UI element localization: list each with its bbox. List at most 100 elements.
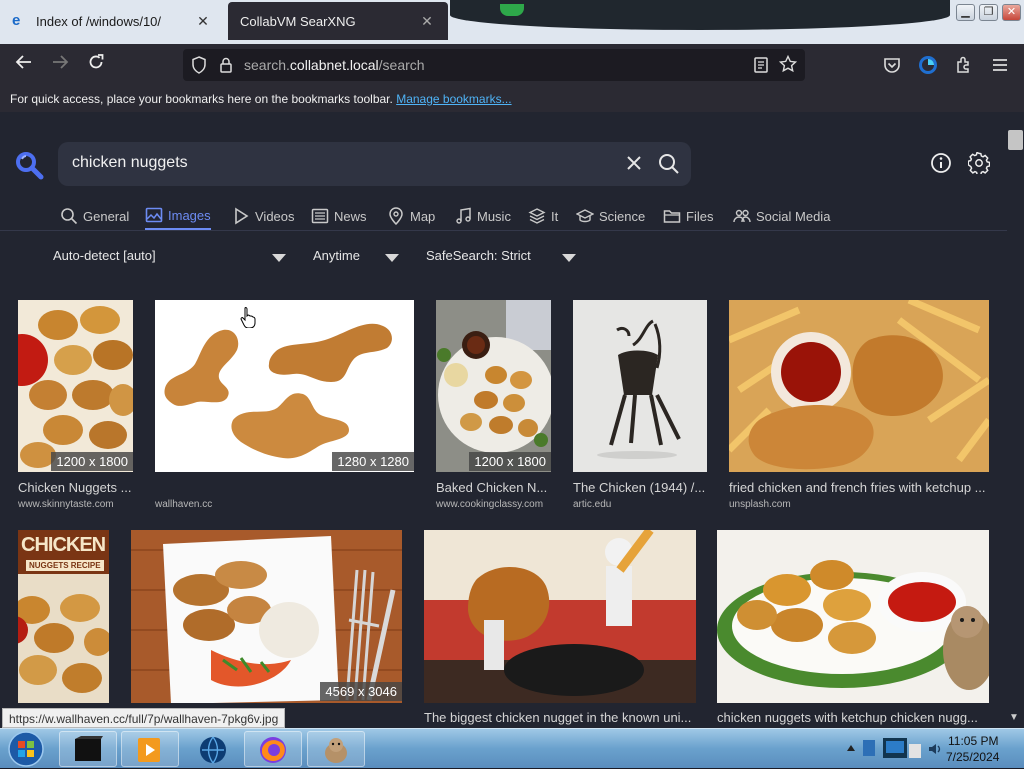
bookmarks-hint: For quick access, place your bookmarks h… xyxy=(10,92,393,106)
overlay-subheading: NUGGETS RECIPE xyxy=(26,560,104,571)
search-icon[interactable] xyxy=(658,153,680,175)
window-close-button[interactable]: ✕ xyxy=(1002,4,1021,21)
tab-label: It xyxy=(551,208,559,224)
tab-science[interactable]: Science xyxy=(576,202,645,230)
tracking-shield-icon[interactable] xyxy=(191,56,207,74)
result-thumbnail[interactable] xyxy=(436,300,551,472)
close-icon[interactable]: ✕ xyxy=(194,13,212,30)
network-monitor-icon[interactable] xyxy=(863,734,923,764)
result-source: www.skinnytaste.com xyxy=(18,499,114,510)
show-hidden-icons-icon[interactable] xyxy=(847,743,855,753)
result-title[interactable]: Chicken Nuggets ... xyxy=(18,480,133,495)
result-title[interactable]: The Chicken (1944) /... xyxy=(573,480,707,495)
tab-social-media[interactable]: Social Media xyxy=(733,202,830,230)
tab-music[interactable]: Music xyxy=(454,202,511,230)
hamburger-menu-icon[interactable] xyxy=(990,55,1010,75)
language-select[interactable]: Auto-detect [auto] xyxy=(53,248,156,263)
volume-icon[interactable] xyxy=(927,741,943,757)
tab-title: CollabVM SearXNG xyxy=(240,13,356,29)
tab-general[interactable]: General xyxy=(60,202,129,230)
window-minimize-button[interactable]: ▁ xyxy=(956,4,975,21)
result-thumbnail[interactable] xyxy=(18,300,133,472)
image-dimensions: 4569 x 3046 xyxy=(320,682,402,701)
taskbar-app-internet-explorer[interactable] xyxy=(184,731,242,767)
scroll-down-arrow-icon[interactable]: ▼ xyxy=(1009,712,1019,723)
result-thumbnail[interactable] xyxy=(729,300,989,472)
insecure-lock-icon[interactable] xyxy=(218,56,234,74)
tab-files[interactable]: Files xyxy=(663,202,713,230)
gear-icon[interactable] xyxy=(968,152,990,174)
result-thumbnail[interactable] xyxy=(424,530,696,703)
layers-icon xyxy=(528,208,546,224)
result-thumbnail[interactable] xyxy=(131,530,402,703)
bookmark-star-icon[interactable] xyxy=(779,55,797,73)
reader-view-icon[interactable] xyxy=(753,56,769,74)
clock-time[interactable]: 11:05 PM xyxy=(948,734,998,748)
tab-it[interactable]: It xyxy=(528,202,558,230)
tab-news[interactable]: News xyxy=(311,202,367,230)
image-result[interactable]: 1200 x 1800 Baked Chicken N... www.cooki… xyxy=(436,300,551,510)
image-result[interactable]: CHICKEN NUGGETS RECIPE xyxy=(18,530,109,703)
scrollbar-thumb[interactable] xyxy=(1008,130,1023,150)
taskbar-app-explorer[interactable] xyxy=(59,731,117,767)
reload-button[interactable] xyxy=(82,52,110,78)
chevron-down-icon[interactable] xyxy=(385,254,399,262)
result-title[interactable]: chicken nuggets with ketchup chicken nug… xyxy=(717,710,989,725)
address-bar[interactable]: search.collabnet.local/search xyxy=(183,49,805,81)
extensions-icon[interactable] xyxy=(954,55,974,75)
image-result[interactable]: 1280 x 1280 wallhaven.cc xyxy=(155,300,414,510)
music-note-icon xyxy=(456,207,471,224)
tab-collabvm-searxng[interactable]: CollabVM SearXNG ✕ xyxy=(228,2,448,40)
manage-bookmarks-link[interactable]: Manage bookmarks... xyxy=(396,92,511,106)
window-restore-button[interactable]: ❐ xyxy=(979,4,998,21)
result-source: wallhaven.cc xyxy=(155,499,213,510)
url-text[interactable]: search.collabnet.local/search xyxy=(244,57,425,73)
forward-button[interactable] xyxy=(46,52,74,78)
search-input[interactable] xyxy=(72,154,592,172)
chevron-down-icon[interactable] xyxy=(562,254,576,262)
windows-start-button[interactable] xyxy=(6,730,46,768)
black-window-icon xyxy=(75,736,103,761)
result-thumbnail[interactable] xyxy=(155,300,414,472)
globe-icon xyxy=(200,736,226,764)
result-title[interactable]: fried chicken and french fries with ketc… xyxy=(729,480,989,495)
result-thumbnail[interactable] xyxy=(573,300,707,472)
image-result[interactable]: fried chicken and french fries with ketc… xyxy=(729,300,989,510)
page-scrollbar[interactable] xyxy=(1007,112,1024,728)
tab-images[interactable]: Images xyxy=(145,202,211,230)
tab-strip: e Index of /windows/10/ ✕ CollabVM SearX… xyxy=(0,0,1024,44)
info-icon[interactable] xyxy=(930,152,952,174)
taskbar-app-media-player[interactable] xyxy=(121,731,179,767)
image-result[interactable]: 1200 x 1800 Chicken Nuggets ... www.skin… xyxy=(18,300,133,510)
safesearch-select[interactable]: SafeSearch: Strict xyxy=(426,248,531,263)
clear-search-icon[interactable] xyxy=(624,153,644,173)
image-result[interactable]: 4569 x 3046 xyxy=(131,530,402,703)
back-button[interactable] xyxy=(10,52,38,78)
chevron-down-icon[interactable] xyxy=(272,254,286,262)
pocket-icon[interactable] xyxy=(882,55,902,75)
image-result[interactable]: The Chicken (1944) /... artic.edu xyxy=(573,300,707,510)
searxng-logo-icon[interactable] xyxy=(14,150,44,180)
result-title[interactable]: Baked Chicken N... xyxy=(436,480,551,495)
chicken-plate-photo xyxy=(131,530,402,703)
result-title[interactable]: The biggest chicken nugget in the known … xyxy=(424,710,696,725)
firefox-icon xyxy=(260,737,286,763)
ie-page-icon: e xyxy=(12,12,21,29)
image-result[interactable]: The biggest chicken nugget in the known … xyxy=(424,530,696,728)
tab-index-windows[interactable]: e Index of /windows/10/ ✕ xyxy=(0,2,224,40)
fried-chicken-fries-photo xyxy=(729,300,989,472)
taskbar-app-firefox[interactable] xyxy=(244,731,302,767)
clock-date[interactable]: 7/25/2024 xyxy=(946,750,999,764)
tab-title: Index of /windows/10/ xyxy=(36,13,162,29)
account-avatar-icon[interactable] xyxy=(918,55,938,75)
tab-map[interactable]: Map xyxy=(387,202,435,230)
taskbar-app-hamster[interactable] xyxy=(307,731,365,767)
result-thumbnail[interactable] xyxy=(717,530,989,703)
searxng-page: General Images Videos News Map Music It xyxy=(0,112,1007,728)
search-box xyxy=(58,142,691,186)
time-range-select[interactable]: Anytime xyxy=(313,248,360,263)
tab-videos[interactable]: Videos xyxy=(232,202,295,230)
close-icon[interactable]: ✕ xyxy=(418,13,436,30)
result-thumbnail[interactable]: CHICKEN NUGGETS RECIPE xyxy=(18,530,109,703)
image-result[interactable]: chicken nuggets with ketchup chicken nug… xyxy=(717,530,989,728)
